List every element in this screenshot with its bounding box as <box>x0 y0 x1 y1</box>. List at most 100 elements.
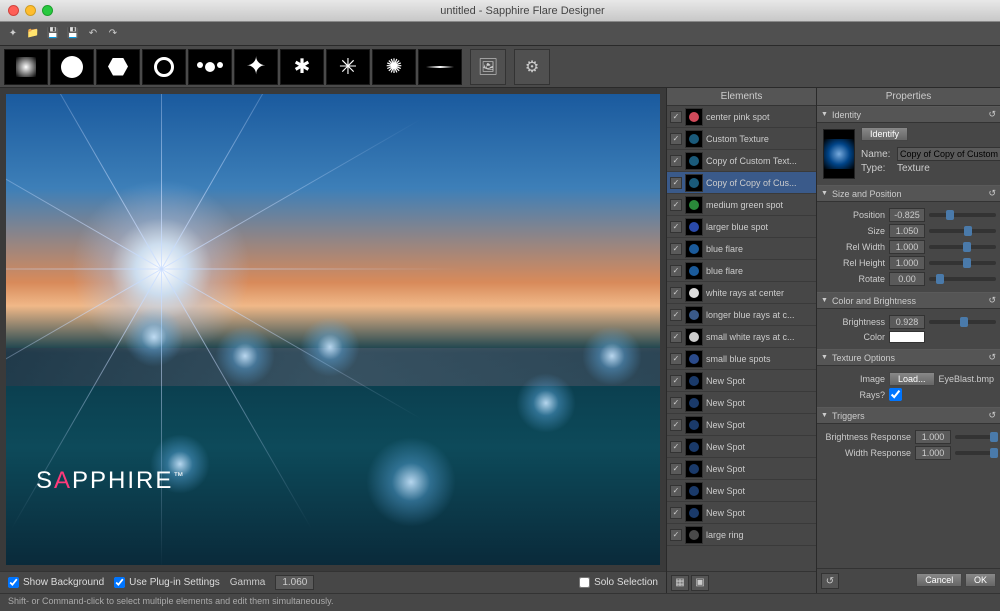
color-swatch[interactable] <box>889 331 925 343</box>
preset-burst[interactable]: ✺ <box>372 49 416 85</box>
element-checkbox[interactable]: ✓ <box>670 265 682 277</box>
identify-button[interactable]: Identify <box>861 127 908 141</box>
undo-icon[interactable]: ↶ <box>86 27 100 41</box>
preset-hex[interactable] <box>96 49 140 85</box>
element-checkbox[interactable]: ✓ <box>670 353 682 365</box>
preset-glow[interactable] <box>4 49 48 85</box>
duplicate-element-button[interactable]: ▣ <box>691 575 709 591</box>
elements-list[interactable]: ✓center pink spot✓Custom Texture✓Copy of… <box>667 106 816 571</box>
element-checkbox[interactable]: ✓ <box>670 441 682 453</box>
element-item[interactable]: ✓New Spot <box>667 502 816 524</box>
element-checkbox[interactable]: ✓ <box>670 199 682 211</box>
element-checkbox[interactable]: ✓ <box>670 221 682 233</box>
element-checkbox[interactable]: ✓ <box>670 485 682 497</box>
zoom-window-icon[interactable] <box>42 5 53 16</box>
element-checkbox[interactable]: ✓ <box>670 419 682 431</box>
element-item[interactable]: ✓white rays at center <box>667 282 816 304</box>
element-item[interactable]: ✓medium green spot <box>667 194 816 216</box>
use-plugin-settings-checkbox[interactable]: Use Plug-in Settings <box>114 577 220 588</box>
new-icon[interactable]: ✦ <box>6 27 20 41</box>
element-checkbox[interactable]: ✓ <box>670 133 682 145</box>
size-value[interactable]: 1.050 <box>889 224 925 238</box>
element-checkbox[interactable]: ✓ <box>670 155 682 167</box>
reset-icon[interactable]: ↺ <box>988 109 996 120</box>
element-item[interactable]: ✓New Spot <box>667 480 816 502</box>
element-item[interactable]: ✓small white rays at c... <box>667 326 816 348</box>
close-window-icon[interactable] <box>8 5 19 16</box>
element-item[interactable]: ✓larger blue spot <box>667 216 816 238</box>
rel_width-slider[interactable] <box>929 245 996 249</box>
element-item[interactable]: ✓New Spot <box>667 370 816 392</box>
element-checkbox[interactable]: ✓ <box>670 287 682 299</box>
brightness-value[interactable]: 0.928 <box>889 315 925 329</box>
element-checkbox[interactable]: ✓ <box>670 309 682 321</box>
element-item[interactable]: ✓longer blue rays at c... <box>667 304 816 326</box>
element-item[interactable]: ✓Copy of Copy of Cus... <box>667 172 816 194</box>
element-checkbox[interactable]: ✓ <box>670 111 682 123</box>
rotate-value[interactable]: 0.00 <box>889 272 925 286</box>
triggers-section-header[interactable]: ▼Triggers↺ <box>817 407 1000 424</box>
preset-ring[interactable] <box>142 49 186 85</box>
reset-icon[interactable]: ↺ <box>988 188 996 199</box>
size-slider[interactable] <box>929 229 996 233</box>
element-item[interactable]: ✓Copy of Custom Text... <box>667 150 816 172</box>
element-item[interactable]: ✓center pink spot <box>667 106 816 128</box>
reset-all-button[interactable]: ↺ <box>821 573 839 589</box>
ok-button[interactable]: OK <box>965 573 996 587</box>
element-checkbox[interactable]: ✓ <box>670 331 682 343</box>
settings-button[interactable]: ⚙ <box>514 49 550 85</box>
preset-solid[interactable] <box>50 49 94 85</box>
gamma-value[interactable]: 1.060 <box>275 575 314 590</box>
width-response-slider[interactable] <box>955 451 996 455</box>
element-item[interactable]: ✓large ring <box>667 524 816 546</box>
element-checkbox[interactable]: ✓ <box>670 507 682 519</box>
position-slider[interactable] <box>929 213 996 217</box>
reset-icon[interactable]: ↺ <box>988 352 996 363</box>
rays-checkbox[interactable] <box>889 388 902 401</box>
element-checkbox[interactable]: ✓ <box>670 463 682 475</box>
element-item[interactable]: ✓New Spot <box>667 414 816 436</box>
identity-section-header[interactable]: ▼Identity↺ <box>817 106 1000 123</box>
brightness-slider[interactable] <box>929 320 996 324</box>
element-item[interactable]: ✓blue flare <box>667 238 816 260</box>
reset-icon[interactable]: ↺ <box>988 295 996 306</box>
preset-spots[interactable] <box>188 49 232 85</box>
name-input[interactable] <box>897 147 1000 161</box>
element-item[interactable]: ✓New Spot <box>667 392 816 414</box>
image-toggle-button[interactable]: 🖼 <box>470 49 506 85</box>
position-value[interactable]: -0.825 <box>889 208 925 222</box>
preset-sparkle[interactable]: ✦ <box>234 49 278 85</box>
solo-selection-checkbox[interactable]: Solo Selection <box>579 577 658 588</box>
open-icon[interactable]: 📁 <box>26 27 40 41</box>
load-image-button[interactable]: Load... <box>889 372 935 386</box>
preset-fan[interactable]: ✱ <box>280 49 324 85</box>
element-checkbox[interactable]: ✓ <box>670 375 682 387</box>
element-item[interactable]: ✓New Spot <box>667 436 816 458</box>
cancel-button[interactable]: Cancel <box>916 573 962 587</box>
color-brightness-section-header[interactable]: ▼Color and Brightness↺ <box>817 292 1000 309</box>
preset-streak[interactable] <box>418 49 462 85</box>
rel_height-slider[interactable] <box>929 261 996 265</box>
element-item[interactable]: ✓small blue spots <box>667 348 816 370</box>
element-checkbox[interactable]: ✓ <box>670 397 682 409</box>
element-item[interactable]: ✓blue flare <box>667 260 816 282</box>
rotate-slider[interactable] <box>929 277 996 281</box>
size-position-section-header[interactable]: ▼Size and Position↺ <box>817 185 1000 202</box>
add-element-button[interactable]: ▦ <box>671 575 689 591</box>
save-as-icon[interactable]: 💾 <box>66 27 80 41</box>
element-item[interactable]: ✓New Spot <box>667 458 816 480</box>
minimize-window-icon[interactable] <box>25 5 36 16</box>
brightness-response-value[interactable]: 1.000 <box>915 430 951 444</box>
save-icon[interactable]: 💾 <box>46 27 60 41</box>
reset-icon[interactable]: ↺ <box>988 410 996 421</box>
element-item[interactable]: ✓Custom Texture <box>667 128 816 150</box>
preset-star[interactable]: ✳ <box>326 49 370 85</box>
redo-icon[interactable]: ↷ <box>106 27 120 41</box>
texture-options-section-header[interactable]: ▼Texture Options↺ <box>817 349 1000 366</box>
brightness-response-slider[interactable] <box>955 435 996 439</box>
width-response-value[interactable]: 1.000 <box>915 446 951 460</box>
rel_width-value[interactable]: 1.000 <box>889 240 925 254</box>
show-background-checkbox[interactable]: Show Background <box>8 577 104 588</box>
rel_height-value[interactable]: 1.000 <box>889 256 925 270</box>
element-checkbox[interactable]: ✓ <box>670 529 682 541</box>
